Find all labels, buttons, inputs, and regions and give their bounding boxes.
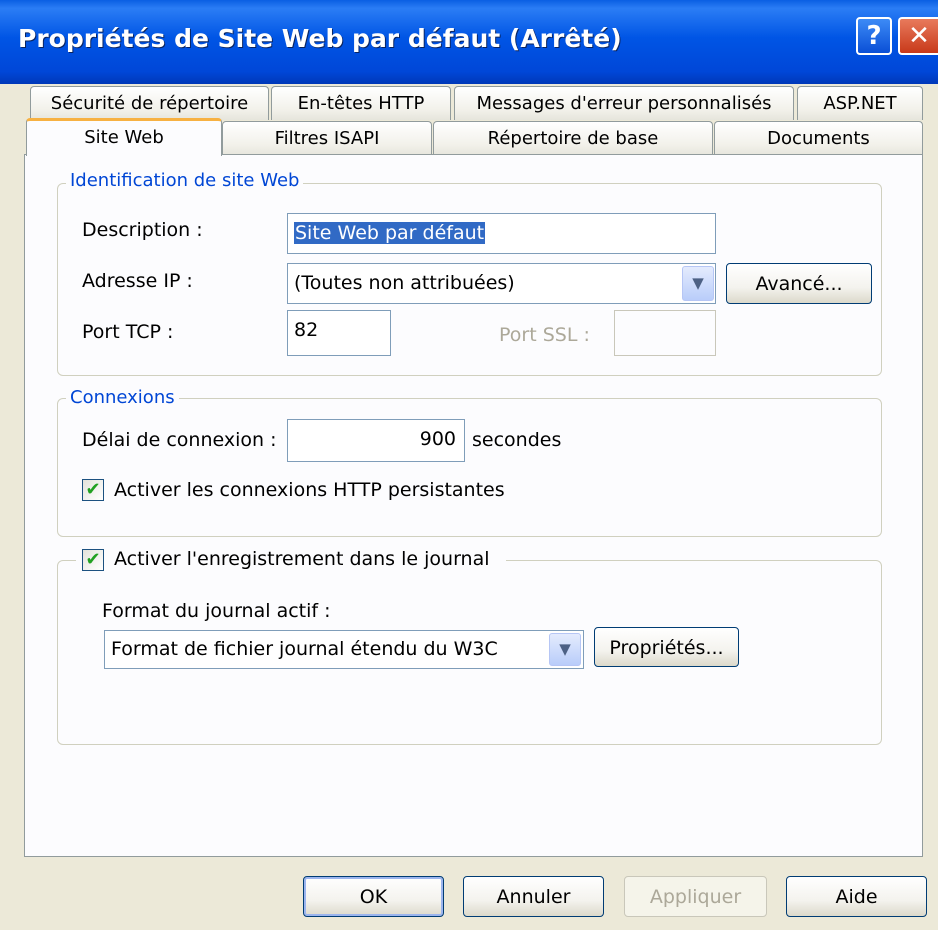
chevron-down-icon[interactable]: ▼ [549,633,581,666]
advanced-button[interactable]: Avancé... [726,263,872,304]
title-bar[interactable]: Propriétés de Site Web par défaut (Arrêt… [0,0,938,84]
apply-button[interactable]: Appliquer [624,876,767,917]
connections-group [57,398,882,537]
tab-documents[interactable]: Documents [714,121,923,155]
cancel-button[interactable]: Annuler [463,876,604,917]
keepalive-checkbox[interactable]: ✔ [82,479,104,501]
ip-label: Adresse IP : [82,270,193,292]
tcp-port-label: Port TCP : [82,321,174,343]
timeout-value: 900 [419,428,456,450]
tab-home-directory[interactable]: Répertoire de base [433,121,713,155]
log-format-value: Format de fichier journal étendu du W3C [111,638,498,660]
ok-button[interactable]: OK [303,876,444,917]
chevron-down-icon[interactable]: ▼ [682,266,714,301]
tcp-port-input[interactable]: 82 [287,310,391,356]
tab-isapi-filters[interactable]: Filtres ISAPI [222,121,432,155]
keepalive-label[interactable]: Activer les connexions HTTP persistantes [114,479,505,501]
connections-legend: Connexions [66,387,179,408]
tab-web-site[interactable]: Site Web [26,118,222,156]
close-icon[interactable]: ✕ [898,17,938,55]
identification-legend: Identification de site Web [66,170,304,191]
ssl-port-label: Port SSL : [499,324,590,346]
tab-custom-errors[interactable]: Messages d'erreur personnalisés [454,86,794,120]
description-label: Description : [82,219,203,241]
tab-aspnet[interactable]: ASP.NET [797,86,923,120]
ip-address-value: (Toutes non attribuées) [294,272,515,294]
ip-address-select[interactable]: (Toutes non attribuées) [287,263,716,304]
tab-directory-security[interactable]: Sécurité de répertoire [30,86,269,120]
tab-http-headers[interactable]: En-têtes HTTP [271,86,451,120]
ssl-port-input[interactable] [614,310,716,356]
description-value: Site Web par défaut [294,222,486,244]
description-input[interactable]: Site Web par défaut [287,213,716,254]
log-format-label: Format du journal actif : [102,600,331,622]
timeout-unit: secondes [472,429,562,451]
log-properties-button[interactable]: Propriétés... [594,627,739,667]
window-title: Propriétés de Site Web par défaut (Arrêt… [18,24,622,53]
help-button[interactable]: Aide [786,876,927,917]
tcp-port-value: 82 [294,319,319,341]
logging-enable-label[interactable]: Activer l'enregistrement dans le journal [114,548,490,570]
timeout-label: Délai de connexion : [82,429,277,451]
help-icon[interactable]: ? [856,17,892,55]
logging-checkbox[interactable]: ✔ [82,549,104,571]
log-format-select[interactable]: Format de fichier journal étendu du W3C [104,630,584,669]
timeout-input[interactable]: 900 [287,419,465,462]
